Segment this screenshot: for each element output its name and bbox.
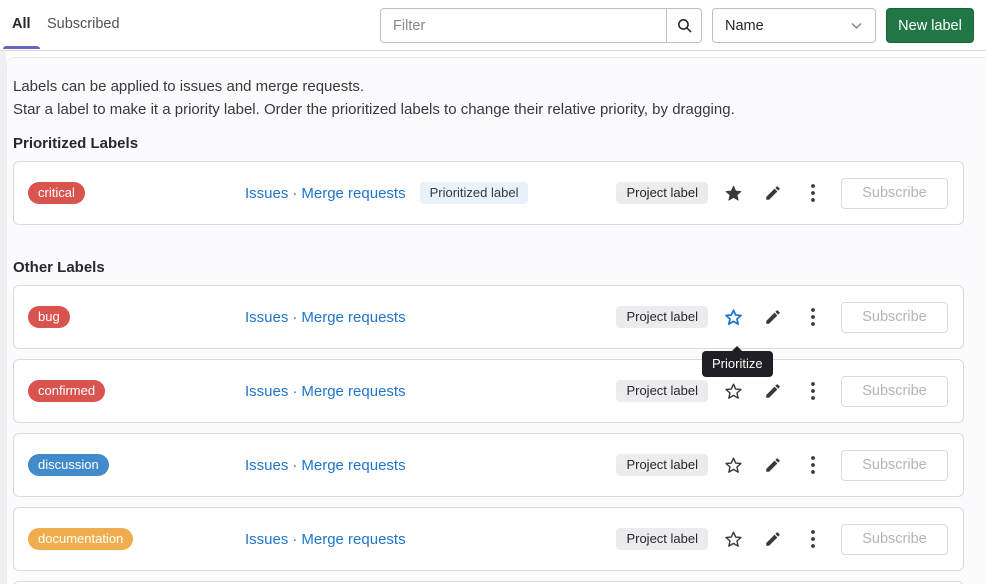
label-badge[interactable]: discussion — [28, 454, 109, 476]
edit-label-button[interactable] — [758, 450, 788, 480]
star-icon — [724, 184, 743, 203]
label-options-button[interactable] — [798, 302, 828, 332]
prioritize-star-button[interactable] — [718, 450, 748, 480]
label-links: Issues·Merge requests — [245, 309, 406, 326]
label-links: Issues·Merge requests — [245, 185, 406, 202]
issues-link[interactable]: Issues — [245, 383, 288, 400]
label-options-button[interactable] — [798, 450, 828, 480]
project-label-badge: Project label — [616, 306, 708, 328]
star-icon — [724, 308, 743, 327]
chevron-down-icon — [850, 19, 863, 32]
subscribe-button[interactable]: Subscribe — [841, 302, 948, 333]
description-line1: Labels can be applied to issues and merg… — [13, 78, 364, 95]
subscribe-button[interactable]: Subscribe — [841, 178, 948, 209]
other-labels-list: bug Issues·Merge requests Project label … — [7, 285, 986, 571]
tab-subscribed[interactable]: Subscribed — [47, 0, 120, 49]
labels-container: Labels can be applied to issues and merg… — [6, 57, 986, 584]
sort-selected-value: Name — [725, 18, 764, 34]
label-links: Issues·Merge requests — [245, 457, 406, 474]
subscribe-button[interactable]: Subscribe — [841, 524, 948, 555]
filter-input[interactable] — [380, 8, 667, 43]
prioritize-star-button[interactable] — [718, 376, 748, 406]
label-badge[interactable]: bug — [28, 306, 70, 328]
project-label-badge: Project label — [616, 454, 708, 476]
link-separator: · — [292, 309, 297, 326]
label-options-button[interactable] — [798, 376, 828, 406]
search-button[interactable] — [666, 8, 702, 43]
prioritize-star-button[interactable] — [718, 302, 748, 332]
label-badge[interactable]: confirmed — [28, 380, 105, 402]
star-icon — [724, 530, 743, 549]
issues-link[interactable]: Issues — [245, 309, 288, 326]
label-name-column: confirmed — [28, 380, 245, 402]
label-name-column: discussion — [28, 454, 245, 476]
kebab-menu-icon — [811, 456, 815, 474]
label-row: documentation Issues·Merge requests Proj… — [13, 507, 964, 571]
label-links: Issues·Merge requests — [245, 531, 406, 548]
label-links: Issues·Merge requests — [245, 383, 406, 400]
label-options-button[interactable] — [798, 178, 828, 208]
star-icon — [724, 456, 743, 475]
label-badge[interactable]: critical — [28, 182, 85, 204]
label-row: discussion Issues·Merge requests Project… — [13, 433, 964, 497]
search-icon — [676, 17, 693, 34]
prioritized-label-badge: Prioritized label — [420, 182, 529, 204]
project-label-badge: Project label — [616, 380, 708, 402]
sort-dropdown[interactable]: Name — [712, 8, 876, 43]
merge-requests-link[interactable]: Merge requests — [301, 531, 405, 548]
new-label-button[interactable]: New label — [886, 8, 974, 43]
merge-requests-link[interactable]: Merge requests — [301, 309, 405, 326]
kebab-menu-icon — [811, 382, 815, 400]
label-options-button[interactable] — [798, 524, 828, 554]
subscribe-button[interactable]: Subscribe — [841, 376, 948, 407]
prioritized-labels-heading: Prioritized Labels — [13, 134, 986, 154]
edit-label-button[interactable] — [758, 524, 788, 554]
pencil-icon — [764, 184, 782, 202]
prioritize-tooltip: Prioritize — [702, 351, 773, 377]
star-icon — [724, 382, 743, 401]
prioritize-star-button[interactable] — [718, 178, 748, 208]
link-separator: · — [292, 383, 297, 400]
labels-header: All Subscribed Name New label — [0, 0, 986, 51]
pencil-icon — [764, 308, 782, 326]
label-tabs: All Subscribed — [0, 0, 120, 51]
label-row: confirmed Issues·Merge requests Project … — [13, 359, 964, 423]
merge-requests-link[interactable]: Merge requests — [301, 185, 405, 202]
label-badge[interactable]: documentation — [28, 528, 133, 550]
project-label-badge: Project label — [616, 182, 708, 204]
label-row: bug Issues·Merge requests Project label … — [13, 285, 964, 349]
label-name-column: bug — [28, 306, 245, 328]
labels-description: Labels can be applied to issues and merg… — [13, 75, 986, 121]
link-separator: · — [292, 185, 297, 202]
filter-group — [380, 8, 702, 43]
description-line2: Star a label to make it a priority label… — [13, 101, 735, 118]
pencil-icon — [764, 456, 782, 474]
tab-all[interactable]: All — [12, 0, 31, 49]
project-label-badge: Project label — [616, 528, 708, 550]
subscribe-button[interactable]: Subscribe — [841, 450, 948, 481]
prioritized-labels-list: critical Issues·Merge requests Prioritiz… — [7, 161, 986, 225]
edit-label-button[interactable] — [758, 302, 788, 332]
kebab-menu-icon — [811, 530, 815, 548]
labels-page: All Subscribed Name New label Labels can… — [0, 0, 986, 584]
issues-link[interactable]: Issues — [245, 185, 288, 202]
pencil-icon — [764, 530, 782, 548]
link-separator: · — [292, 531, 297, 548]
label-name-column: documentation — [28, 528, 245, 550]
merge-requests-link[interactable]: Merge requests — [301, 457, 405, 474]
edit-label-button[interactable] — [758, 376, 788, 406]
tooltip-text: Prioritize — [712, 356, 763, 371]
edit-label-button[interactable] — [758, 178, 788, 208]
label-name-column: critical — [28, 182, 245, 204]
other-labels-heading: Other Labels — [13, 258, 986, 278]
link-separator: · — [292, 457, 297, 474]
kebab-menu-icon — [811, 184, 815, 202]
issues-link[interactable]: Issues — [245, 531, 288, 548]
issues-link[interactable]: Issues — [245, 457, 288, 474]
kebab-menu-icon — [811, 308, 815, 326]
merge-requests-link[interactable]: Merge requests — [301, 383, 405, 400]
prioritize-star-button[interactable] — [718, 524, 748, 554]
label-row: critical Issues·Merge requests Prioritiz… — [13, 161, 964, 225]
pencil-icon — [764, 382, 782, 400]
